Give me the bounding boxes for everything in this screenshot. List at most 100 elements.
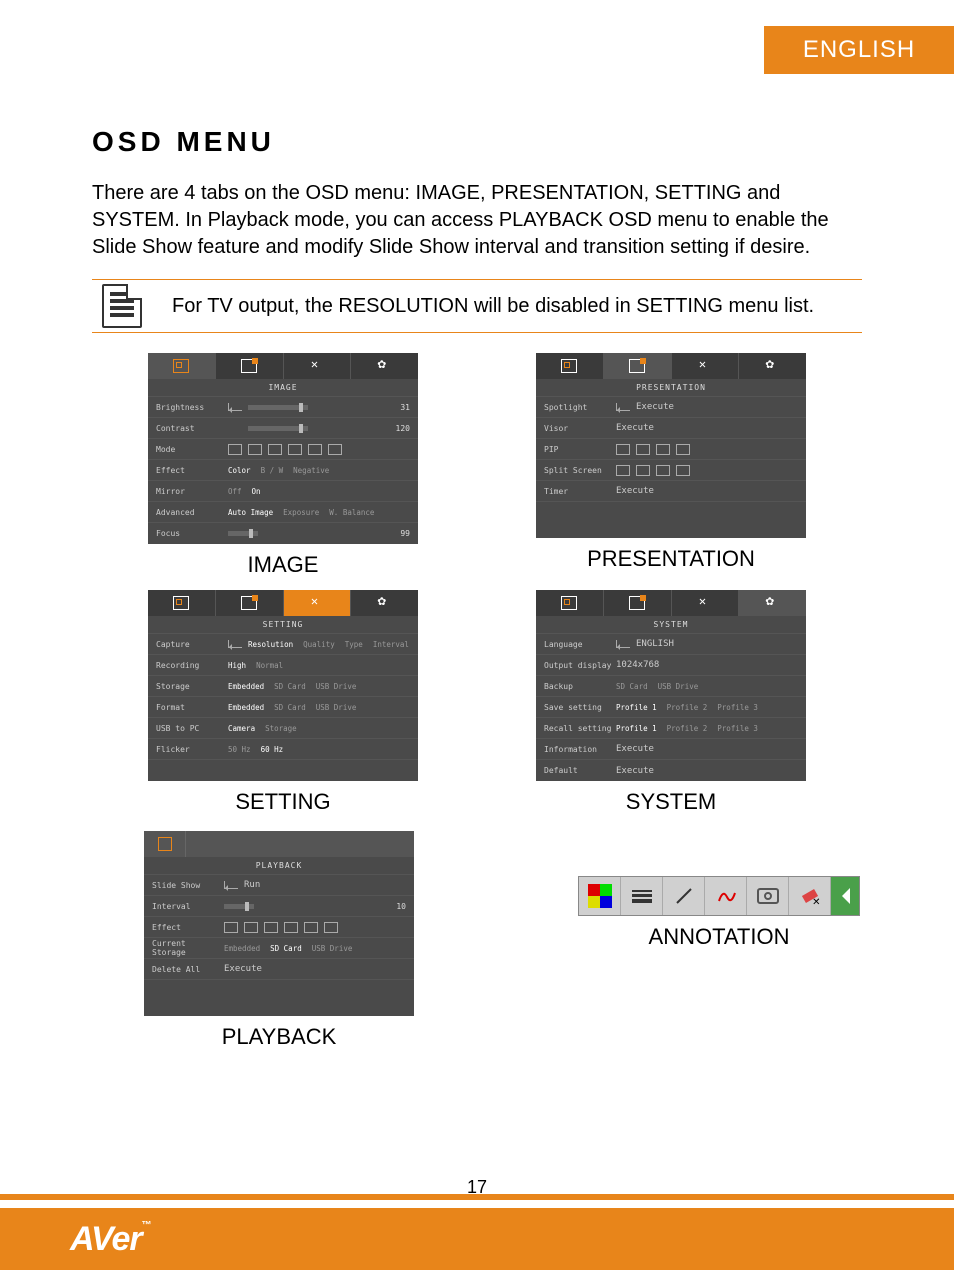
opt[interactable]: SD Card xyxy=(616,682,648,691)
effect-icon[interactable] xyxy=(224,922,238,933)
row-flicker[interactable]: Flicker50 Hz60 Hz xyxy=(148,739,418,760)
opt[interactable]: USB Drive xyxy=(316,703,357,712)
row-save[interactable]: Save settingProfile 1Profile 2Profile 3 xyxy=(536,697,806,718)
tab-system[interactable] xyxy=(351,353,418,379)
row-effect[interactable]: Effect ColorB / WNegative xyxy=(148,460,418,481)
tab-presentation[interactable] xyxy=(216,590,284,616)
opt[interactable]: Profile 3 xyxy=(717,724,758,733)
row-usb[interactable]: USB to PCCameraStorage xyxy=(148,718,418,739)
opt[interactable]: Profile 3 xyxy=(717,703,758,712)
opt[interactable]: Embedded xyxy=(228,703,264,712)
contrast-slider[interactable] xyxy=(248,426,308,431)
row-delete[interactable]: Delete AllExecute xyxy=(144,959,414,980)
opt[interactable]: SD Card xyxy=(274,682,306,691)
effect-icon[interactable] xyxy=(324,922,338,933)
row-language[interactable]: LanguageENGLISH xyxy=(536,634,806,655)
row-default[interactable]: DefaultExecute xyxy=(536,760,806,781)
row-spotlight[interactable]: SpotlightExecute xyxy=(536,397,806,418)
opt[interactable]: Execute xyxy=(224,964,262,974)
row-recording[interactable]: RecordingHighNormal xyxy=(148,655,418,676)
split-icon[interactable] xyxy=(636,465,650,476)
opt[interactable]: Camera xyxy=(228,724,255,733)
pip-icon[interactable] xyxy=(636,444,650,455)
row-mode[interactable]: Mode xyxy=(148,439,418,460)
row-interval[interactable]: Interval10 xyxy=(144,896,414,917)
opt[interactable]: Quality xyxy=(303,640,335,649)
row-split[interactable]: Split Screen xyxy=(536,460,806,481)
opt[interactable]: ENGLISH xyxy=(636,639,674,649)
opt[interactable]: Profile 1 xyxy=(616,724,657,733)
row-advanced[interactable]: Advanced Auto ImageExposureW. Balance xyxy=(148,502,418,523)
opt[interactable]: Execute xyxy=(616,744,654,754)
interval-slider[interactable] xyxy=(224,904,254,909)
split-icon[interactable] xyxy=(616,465,630,476)
opt[interactable]: USB Drive xyxy=(658,682,699,691)
opt[interactable]: Color xyxy=(228,466,251,475)
tab-setting[interactable] xyxy=(672,353,740,379)
row-visor[interactable]: VisorExecute xyxy=(536,418,806,439)
tab-playback[interactable] xyxy=(144,831,186,857)
opt[interactable]: On xyxy=(252,487,261,496)
row-cur-storage[interactable]: Current StorageEmbeddedSD CardUSB Drive xyxy=(144,938,414,959)
tab-setting[interactable] xyxy=(284,353,352,379)
anno-freehand-tool[interactable] xyxy=(705,877,747,915)
opt[interactable]: USB Drive xyxy=(312,944,353,953)
row-output[interactable]: Output display1024x768 xyxy=(536,655,806,676)
opt[interactable]: Execute xyxy=(616,486,654,496)
row-recall[interactable]: Recall settingProfile 1Profile 2Profile … xyxy=(536,718,806,739)
tab-system[interactable] xyxy=(739,353,806,379)
opt[interactable]: Resolution xyxy=(248,640,293,649)
row-storage[interactable]: StorageEmbeddedSD CardUSB Drive xyxy=(148,676,418,697)
opt[interactable]: Profile 2 xyxy=(667,703,708,712)
tab-image[interactable] xyxy=(148,590,216,616)
effect-icon[interactable] xyxy=(264,922,278,933)
anno-line-tool[interactable] xyxy=(663,877,705,915)
opt[interactable]: SD Card xyxy=(270,944,302,953)
opt[interactable]: Execute xyxy=(616,423,654,433)
opt[interactable]: Execute xyxy=(636,402,674,412)
row-timer[interactable]: TimerExecute xyxy=(536,481,806,502)
opt[interactable]: SD Card xyxy=(274,703,306,712)
opt[interactable]: W. Balance xyxy=(329,508,374,517)
opt[interactable]: Exposure xyxy=(283,508,319,517)
opt[interactable]: B / W xyxy=(261,466,284,475)
row-pb-effect[interactable]: Effect xyxy=(144,917,414,938)
tab-image[interactable] xyxy=(148,353,216,379)
row-pip[interactable]: PIP xyxy=(536,439,806,460)
row-backup[interactable]: BackupSD CardUSB Drive xyxy=(536,676,806,697)
tab-presentation[interactable] xyxy=(216,353,284,379)
anno-eraser[interactable]: ✕ xyxy=(789,877,831,915)
row-slideshow[interactable]: Slide ShowRun xyxy=(144,875,414,896)
row-capture[interactable]: CaptureResolutionQualityTypeInterval xyxy=(148,634,418,655)
row-mirror[interactable]: Mirror OffOn xyxy=(148,481,418,502)
pip-icon[interactable] xyxy=(616,444,630,455)
effect-icon[interactable] xyxy=(244,922,258,933)
opt[interactable]: Type xyxy=(345,640,363,649)
effect-icon[interactable] xyxy=(304,922,318,933)
opt[interactable]: Storage xyxy=(265,724,297,733)
row-contrast[interactable]: Contrast 120 xyxy=(148,418,418,439)
mode-icon[interactable] xyxy=(308,444,322,455)
tab-setting[interactable] xyxy=(284,590,352,616)
opt[interactable]: High xyxy=(228,661,246,670)
opt[interactable]: Embedded xyxy=(224,944,260,953)
anno-color-picker[interactable] xyxy=(579,877,621,915)
opt[interactable]: Normal xyxy=(256,661,283,670)
focus-slider[interactable] xyxy=(228,531,258,536)
opt[interactable]: 60 Hz xyxy=(261,745,284,754)
anno-back[interactable] xyxy=(831,877,859,915)
opt[interactable]: Profile 1 xyxy=(616,703,657,712)
tab-system[interactable] xyxy=(739,590,806,616)
brightness-slider[interactable] xyxy=(248,405,308,410)
opt[interactable]: Execute xyxy=(616,766,654,776)
tab-presentation[interactable] xyxy=(604,590,672,616)
mode-icon[interactable] xyxy=(288,444,302,455)
row-info[interactable]: InformationExecute xyxy=(536,739,806,760)
mode-icon[interactable] xyxy=(228,444,242,455)
opt[interactable]: Run xyxy=(244,880,260,890)
tab-setting[interactable] xyxy=(672,590,740,616)
opt[interactable]: Embedded xyxy=(228,682,264,691)
opt[interactable]: 1024x768 xyxy=(616,660,659,670)
opt[interactable]: Negative xyxy=(293,466,329,475)
opt[interactable]: Off xyxy=(228,487,242,496)
